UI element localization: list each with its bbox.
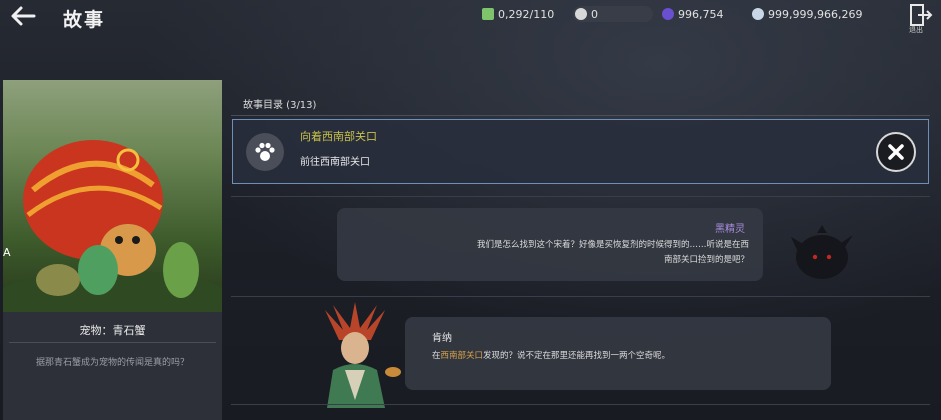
pet-caption: 宠物：青石蟹 据那青石蟹成为宠物的传闻是真的吗？: [3, 312, 222, 420]
location-highlight: 西南部关口: [440, 351, 484, 361]
resource-energy-value: 0,292/110: [498, 7, 555, 21]
crab-illustration: [3, 140, 222, 312]
dialogue-text: 在西南部关口发现的？说不定在那里还能再找到一两个空奇呢。: [432, 349, 822, 361]
coin-icon: [752, 8, 764, 20]
dialogue-divider: [231, 296, 930, 297]
quest-icon-circle: [246, 133, 284, 171]
resource-coin: 999,999,966,269: [752, 6, 862, 22]
resource-silver: 0: [573, 6, 653, 22]
dialogue-line: 我们是怎么找到这个宋着？好像是买恢复剂的时候得到的……听说是在西: [476, 240, 749, 250]
resource-energy: 0,292/110: [482, 6, 554, 22]
dialogue-divider: [231, 196, 930, 197]
paw-icon: [255, 142, 275, 161]
speaker-name: 肯纳: [432, 333, 452, 344]
top-bar: 故事 0,292/110 0 996,754 999,999,966,269 退…: [0, 0, 941, 34]
dialogue-text-part: 发现的？说不定在那里还能再找到一两个空奇呢。: [483, 351, 671, 361]
pearl-icon: [662, 8, 674, 20]
dialogue-line: 南部关口捡到的是吧？: [663, 255, 749, 265]
dark-spirit-avatar: [791, 225, 853, 279]
close-icon: [888, 144, 904, 160]
quest-title: 向着西南部关口: [300, 130, 377, 143]
resource-silver-value: 0: [591, 7, 598, 21]
pet-name: 宠物：青石蟹: [79, 324, 146, 337]
dialogue-text-part: 在: [432, 351, 441, 361]
quest-card[interactable]: 向着西南部关口 前往西南部关口: [232, 119, 929, 184]
quest-close-button[interactable]: [876, 132, 916, 172]
catalog-divider: [231, 115, 930, 116]
resource-pearl: 996,754: [662, 6, 724, 22]
pet-image: A: [3, 80, 222, 312]
dialogue-bubble-kenna: 肯纳 在西南部关口发现的？说不定在那里还能再找到一两个空奇呢。: [405, 317, 831, 390]
speaker-name: 黑精灵: [715, 224, 745, 235]
resource-pearl-value: 996,754: [678, 7, 724, 21]
dialogue-text: 我们是怎么找到这个宋着？好像是买恢复剂的时候得到的……听说是在西 南部关口捡到的…: [359, 238, 749, 268]
pet-panel: A 宠物：青石蟹 据那青石蟹成为宠物的传闻是真的吗？: [3, 80, 222, 420]
exit-label: 退出: [909, 26, 923, 34]
back-arrow-icon[interactable]: [8, 3, 38, 29]
story-catalog-label: 故事目录 (3/13): [243, 100, 317, 111]
pet-side-letter: A: [3, 246, 11, 259]
resource-coin-value: 999,999,966,269: [768, 7, 863, 21]
kenna-npc-avatar: [325, 302, 401, 408]
silver-icon: [575, 8, 587, 20]
quest-subtitle: 前往西南部关口: [300, 157, 370, 168]
dialogue-bubble-dark-elf: 黑精灵 我们是怎么找到这个宋着？好像是买恢复剂的时候得到的……听说是在西 南部关…: [337, 208, 763, 281]
pet-description: 据那青石蟹成为宠物的传闻是真的吗？: [35, 358, 189, 368]
dialogue-divider: [231, 404, 930, 405]
energy-icon: [482, 8, 494, 20]
page-title: 故事: [63, 9, 106, 31]
pet-divider: [9, 342, 216, 343]
